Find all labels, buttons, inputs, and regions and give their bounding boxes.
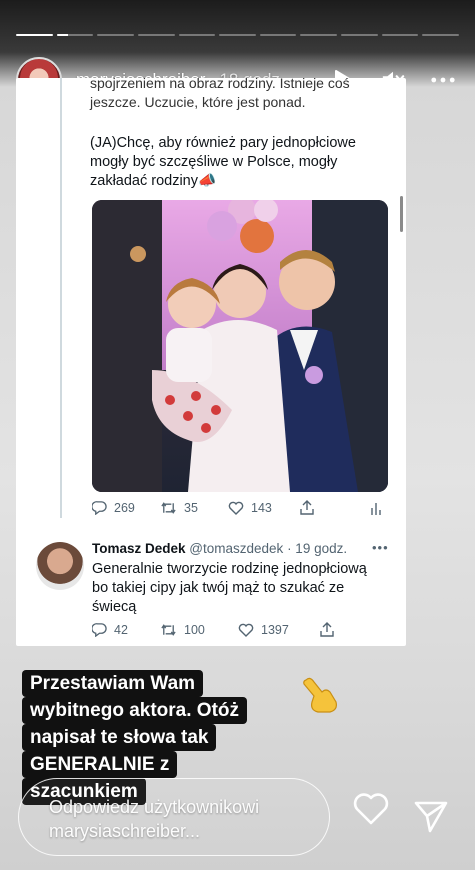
reply-placeholder: Odpowiedz użytkownikowi marysiaschreiber… [49,797,260,841]
story-reply-input[interactable]: Odpowiedz użytkownikowi marysiaschreiber… [18,778,330,856]
progress-segment [422,34,460,36]
progress-segment [300,34,338,36]
more-icon: ••• [372,540,389,555]
heart-icon [228,501,244,515]
reply-count: 42 [114,622,128,637]
like-count: 143 [251,500,272,515]
share-action[interactable] [320,622,334,637]
like-action[interactable]: 143 [228,501,300,515]
share-icon [320,622,334,637]
reply-action[interactable]: 269 [92,500,160,515]
like-action[interactable]: 1397 [238,623,320,637]
retweet-icon [161,501,176,514]
pointing-hand-icon [300,672,342,714]
progress-segment [56,34,94,36]
reply-author-line: Tomasz Dedek @tomaszdedek · 19 godz. [92,541,347,556]
tweet-screenshot: spojrzeniem na obraz rodziny. Istnieje c… [16,75,406,646]
scroll-indicator [400,196,403,232]
like-count: 1397 [261,622,289,637]
progress-segment [178,34,216,36]
reply-author-name: Tomasz Dedek [92,541,186,556]
retweet-count: 35 [184,500,198,515]
reply-icon [92,623,107,637]
reply-tweet-actions: 42 100 1397 [92,622,334,637]
tweet-actions: 269 35 143 [92,500,382,515]
tweet-text: (JA)Chcę, aby również pary jednopłciowe … [90,135,356,189]
retweet-count: 100 [184,622,205,637]
analytics-action[interactable] [370,501,382,515]
tweet-text-line: jeszcze. Uczucie, które jest ponad. [90,94,306,110]
paper-plane-icon [414,801,448,833]
progress-segment [137,34,175,36]
reply-author-avatar [36,542,84,590]
caption-line: napisał te słowa tak [22,724,217,751]
more-options-icon[interactable] [431,68,455,92]
caption-line: wybitnego aktora. Otóż [22,697,248,724]
reply-time: · 19 godz. [287,541,348,556]
reply-icon [92,501,107,515]
tweet-text-partial: spojrzeniem na obraz rodziny. Istnieje c… [90,75,390,112]
wedding-photo [92,200,388,492]
reply-count: 269 [114,500,135,515]
reply-action[interactable]: 42 [92,622,160,637]
progress-segment [16,34,53,36]
progress-segment [381,34,419,36]
tweet-text-line: spojrzeniem na obraz rodziny. Istnieje c… [90,75,350,91]
retweet-action[interactable]: 100 [160,623,238,637]
thread-line [60,78,62,518]
progress-segment [219,34,256,36]
heart-icon [238,623,254,637]
progress-segment [259,34,297,36]
send-story-button[interactable] [412,797,450,835]
share-icon [300,500,314,515]
reply-author-handle: @tomaszdedek [189,541,284,556]
share-action[interactable] [300,500,370,515]
retweet-icon [161,623,176,636]
analytics-icon [371,502,381,515]
retweet-action[interactable]: 35 [160,501,228,515]
caption-line: GENERALNIE z [22,751,178,778]
progress-segment [341,34,378,36]
heart-outline-icon [353,793,389,825]
story-progress-bar [16,34,460,36]
like-story-button[interactable] [352,790,390,828]
reply-text: Generalnie tworzycie rodzinę jednopłciow… [92,561,367,615]
progress-segment [97,34,134,36]
caption-line: Przestawiam Wam [22,670,204,697]
story-viewer: marysiaschreiber 18 godz. spojrzeniem na… [0,0,475,870]
